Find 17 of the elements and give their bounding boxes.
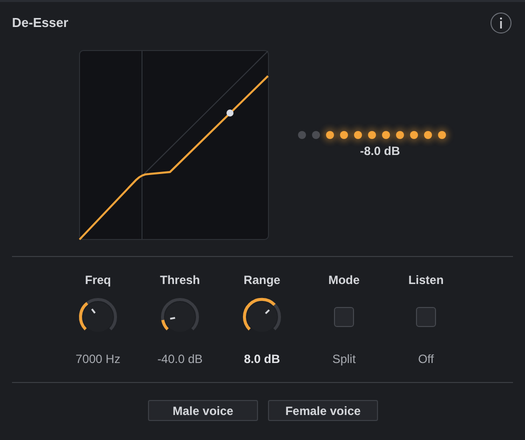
preset-button[interactable]: Female voice <box>268 400 378 421</box>
control-value: 7000 Hz <box>76 351 120 368</box>
control-value: Split <box>332 351 356 368</box>
control-label: Freq <box>84 272 111 289</box>
control-value: 8.0 dB <box>244 351 280 368</box>
control-label: Mode <box>328 272 360 289</box>
panel-title: De-Esser <box>12 14 68 32</box>
toggle-checkbox[interactable] <box>334 307 354 327</box>
control-value: -40.0 dB <box>157 351 203 368</box>
toggle-checkbox[interactable] <box>416 307 436 327</box>
gain-reduction-reading: -8.0 dB <box>360 142 400 160</box>
control-label: Range <box>244 272 280 289</box>
control-value: Off <box>418 351 434 368</box>
info-icon[interactable] <box>490 12 512 34</box>
control-label: Thresh <box>160 272 200 289</box>
preset-button[interactable]: Male voice <box>148 400 258 421</box>
control-label: Listen <box>408 272 444 289</box>
